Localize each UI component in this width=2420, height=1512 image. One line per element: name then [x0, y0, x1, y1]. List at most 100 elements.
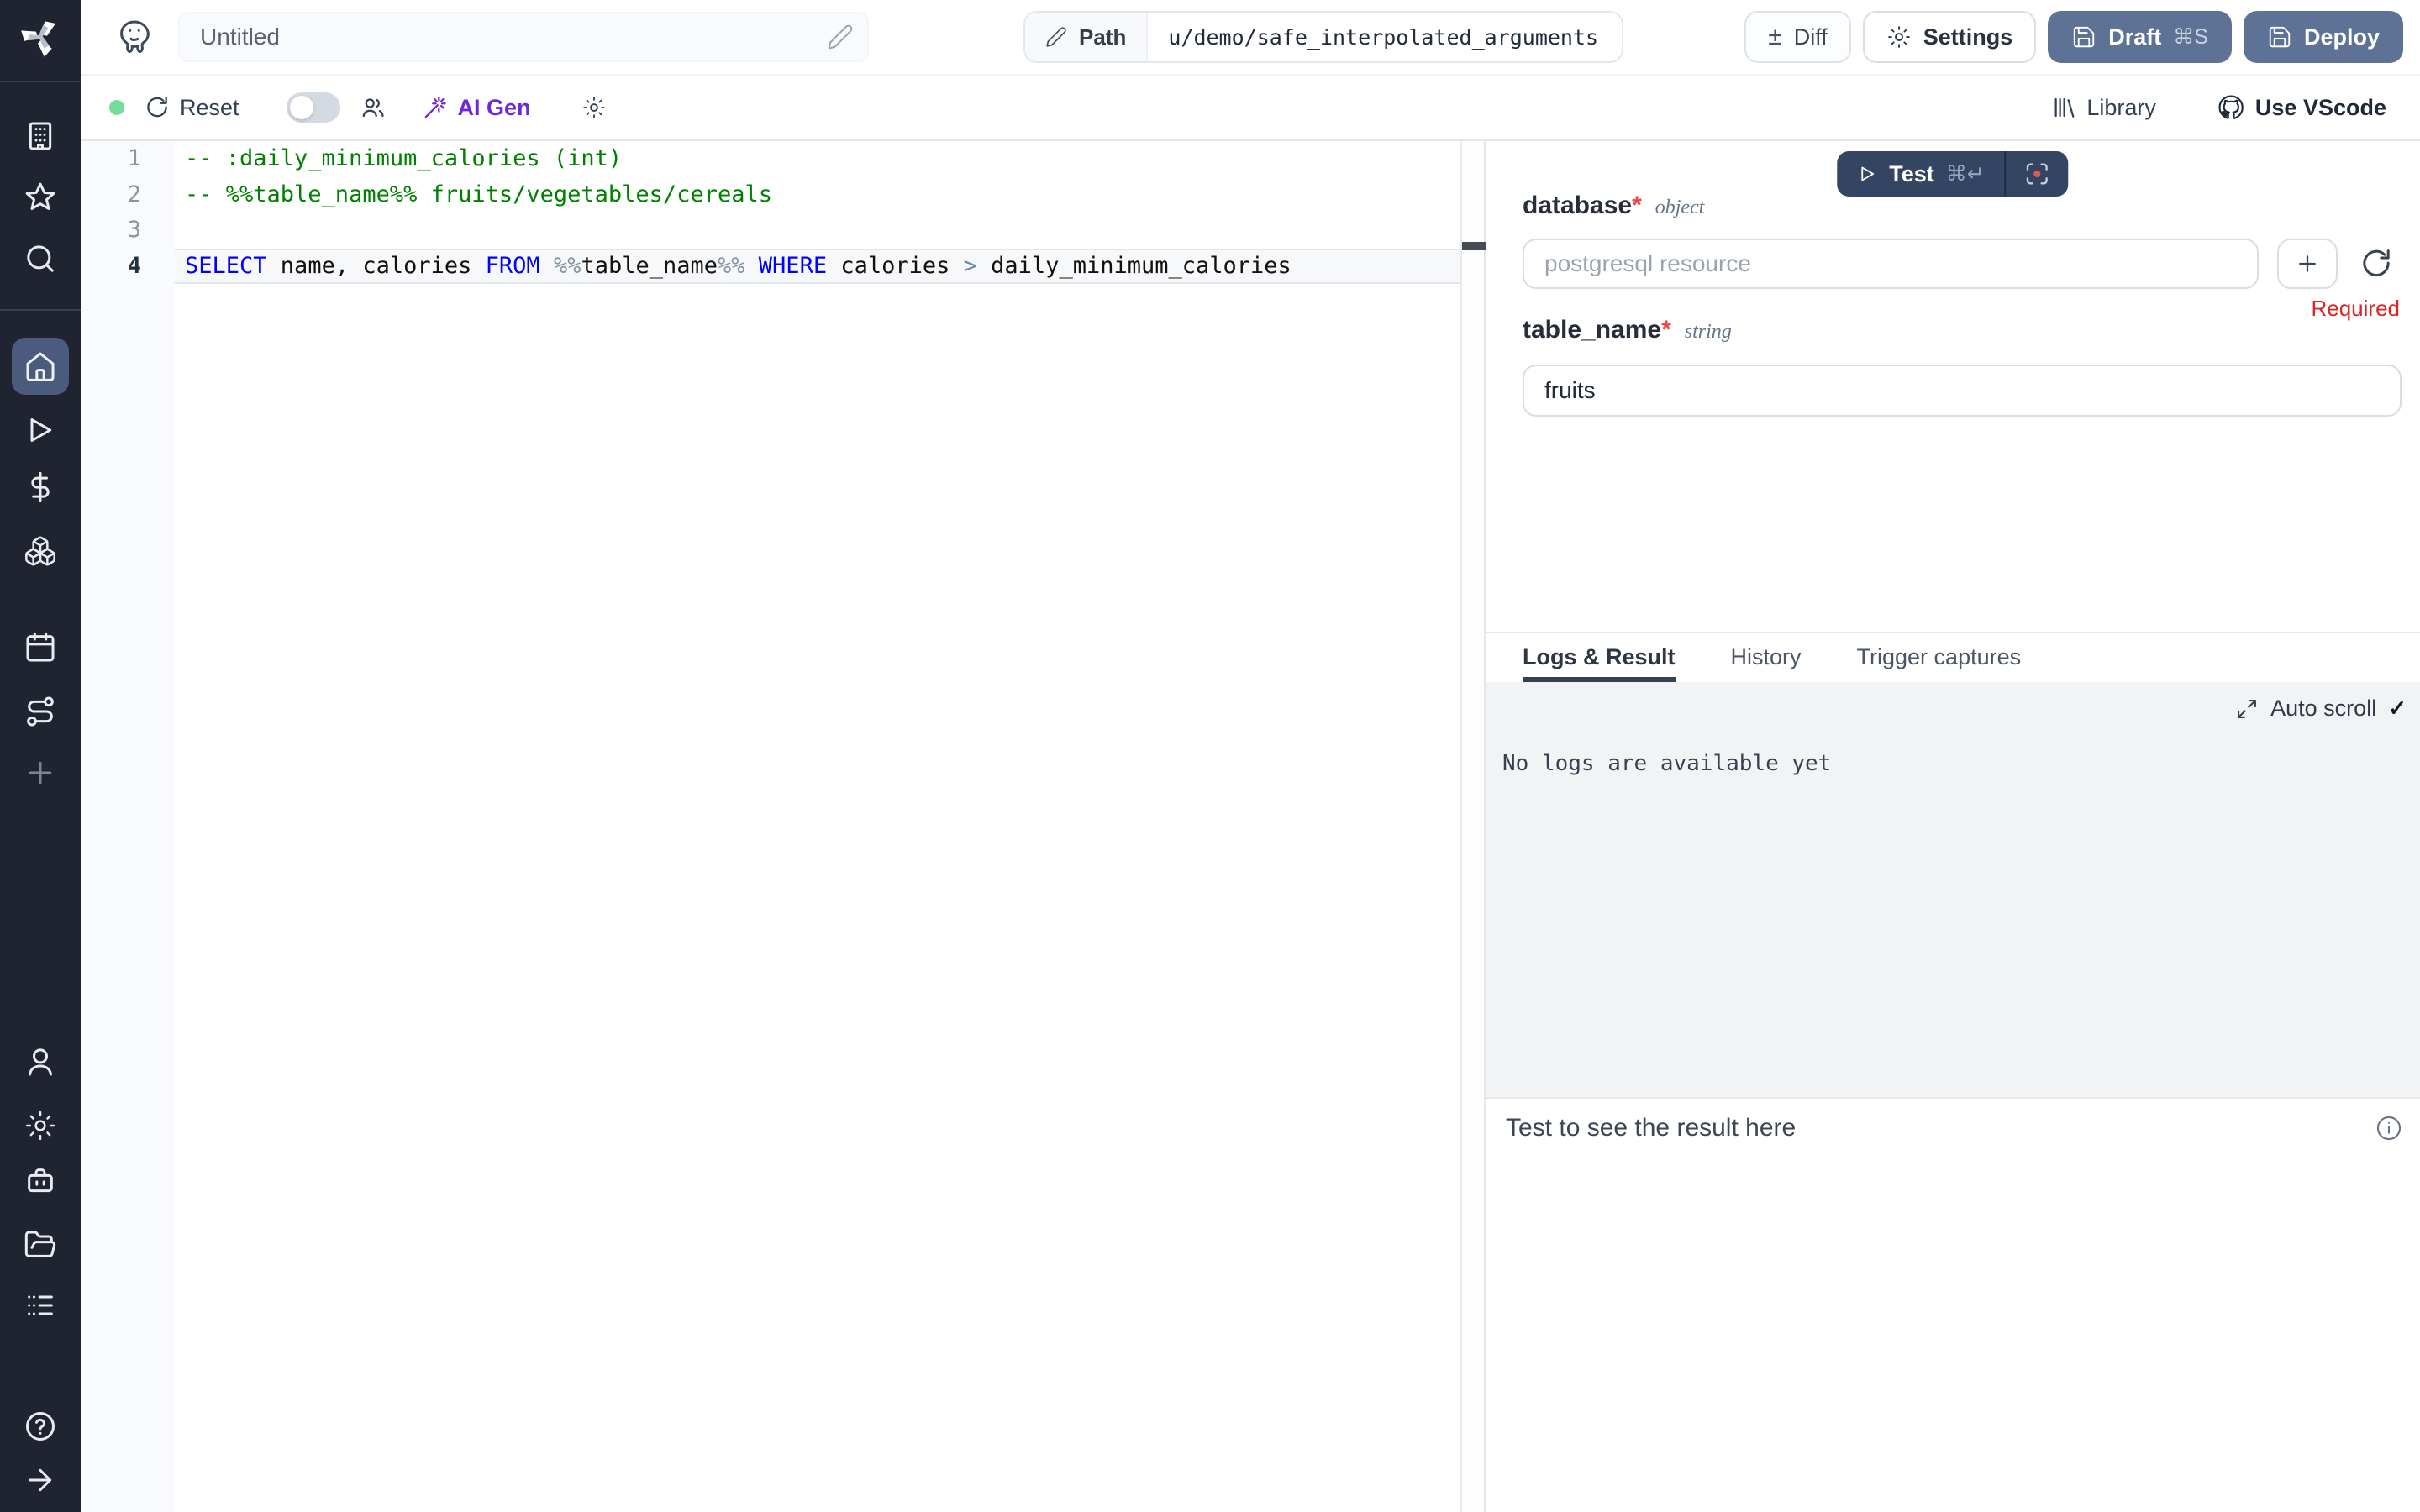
draft-shortcut: ⌘S: [2173, 24, 2208, 50]
code-line[interactable]: [185, 213, 1460, 249]
toggle-knob: [290, 96, 313, 119]
checkmark-icon: ✓: [2388, 696, 2407, 722]
editor-gutter: 1 2 3 4: [81, 141, 175, 1512]
capture-frame-icon: [2024, 160, 2051, 187]
app-window: Path u/demo/safe_interpolated_arguments …: [0, 0, 2420, 1512]
field-type: string: [1685, 321, 1732, 343]
path-edit-section[interactable]: Path: [1025, 13, 1148, 61]
sidebar-item-settings[interactable]: [24, 1109, 57, 1142]
save-icon: [2071, 24, 2096, 50]
sidebar-item-workers[interactable]: [24, 1164, 57, 1198]
favorites-star-icon[interactable]: [24, 181, 57, 214]
code-line[interactable]: -- :daily_minimum_calories (int): [185, 141, 1460, 177]
sidebar-item-folders[interactable]: [24, 1228, 57, 1262]
sidebar-item-triggers[interactable]: [24, 695, 57, 728]
field-type: object: [1655, 197, 1705, 218]
sidebar-item-schedules[interactable]: [24, 631, 57, 664]
expand-icon: [2235, 697, 2259, 721]
script-title-input[interactable]: [178, 12, 869, 62]
line-number: 3: [81, 213, 175, 249]
play-icon: [1857, 164, 1877, 184]
capture-button[interactable]: [2007, 151, 2069, 197]
settings-button[interactable]: Settings: [1863, 11, 2037, 63]
collaborators-icon[interactable]: [360, 95, 386, 120]
editor-toolbar: Reset AI Gen Library Use VScode: [81, 76, 2420, 141]
editor-scrollbar[interactable]: [1460, 141, 1484, 1512]
sidebar-add-icon[interactable]: [24, 756, 57, 790]
topbar-buttons: ± Diff Settings Draft ⌘S Deploy: [1744, 11, 2420, 63]
use-vscode-button[interactable]: Use VScode: [2217, 93, 2386, 122]
sidebar-divider: [0, 81, 81, 82]
diff-icon: ±: [1768, 24, 1781, 50]
deploy-button[interactable]: Deploy: [2244, 11, 2403, 63]
github-icon: [2217, 93, 2245, 122]
field-label-database: database*object: [1523, 192, 1704, 220]
save-icon: [2267, 24, 2292, 50]
test-split-button[interactable]: Test ⌘↵: [1837, 151, 2068, 197]
required-asterisk: *: [1661, 316, 1671, 344]
main-area: Path u/demo/safe_interpolated_arguments …: [81, 0, 2420, 1512]
sidebar-item-resources[interactable]: [24, 534, 57, 568]
edit-path-pencil-icon: [1045, 26, 1067, 48]
editor-settings-gear-icon[interactable]: [581, 95, 607, 120]
logs-panel: Auto scroll ✓ No logs are available yet: [1486, 682, 2420, 1097]
right-panel: Test ⌘↵ database*object: [1484, 141, 2420, 1512]
workarea: 1 2 3 4 -- :daily_minimum_calories (int)…: [81, 141, 2420, 1512]
sidebar-item-home[interactable]: [12, 338, 69, 395]
scrollbar-cursor-marker: [1462, 242, 1486, 250]
search-icon[interactable]: [24, 242, 57, 276]
sidebar-item-runs[interactable]: [24, 413, 57, 447]
status-dot: [109, 100, 124, 115]
code-line[interactable]: -- %%table_name%% fruits/vegetables/cere…: [185, 177, 1460, 213]
windmill-logo-icon[interactable]: [20, 17, 60, 57]
line-number-current: 4: [81, 249, 175, 285]
edit-title-pencil-icon[interactable]: [827, 24, 854, 50]
help-icon[interactable]: [24, 1410, 57, 1443]
test-args-form: Test ⌘↵ database*object: [1486, 141, 2420, 632]
script-title-field[interactable]: [178, 12, 869, 62]
add-resource-button[interactable]: [2277, 239, 2338, 289]
result-placeholder-text: Test to see the result here: [1506, 1114, 1796, 1142]
required-note: Required: [2311, 296, 2400, 322]
line-number: 1: [81, 141, 175, 177]
table-name-input[interactable]: [1523, 365, 2402, 417]
field-label-table-name: table_name*string: [1523, 316, 1732, 344]
code-line-current[interactable]: SELECT name, calories FROM %%table_name%…: [175, 249, 1460, 285]
auto-scroll-toggle[interactable]: Auto scroll ✓: [2235, 696, 2407, 722]
ai-gen-button[interactable]: AI Gen: [423, 95, 531, 121]
required-asterisk: *: [1632, 192, 1642, 219]
code-area[interactable]: -- :daily_minimum_calories (int) -- %%ta…: [175, 141, 1460, 1512]
draft-button[interactable]: Draft ⌘S: [2048, 11, 2232, 63]
expand-sidebar-arrow-icon[interactable]: [24, 1463, 57, 1497]
sidebar: [0, 0, 81, 1512]
plus-icon: [2295, 251, 2320, 276]
tab-trigger-captures[interactable]: Trigger captures: [1857, 633, 2022, 682]
refresh-icon: [145, 95, 170, 120]
library-icon: [2051, 95, 2076, 120]
reset-button[interactable]: Reset: [145, 95, 239, 121]
path-chip[interactable]: Path u/demo/safe_interpolated_arguments: [1023, 11, 1623, 63]
sidebar-item-user[interactable]: [24, 1045, 57, 1079]
database-input[interactable]: [1523, 239, 2259, 289]
info-icon[interactable]: [2375, 1114, 2403, 1142]
logs-empty-message: No logs are available yet: [1502, 751, 1831, 776]
library-button[interactable]: Library: [2051, 95, 2156, 121]
sidebar-divider: [0, 309, 81, 311]
gear-icon: [1886, 24, 1912, 50]
path-label: Path: [1079, 24, 1126, 50]
postgresql-icon: [114, 17, 155, 57]
sidebar-item-logs[interactable]: [24, 1289, 57, 1322]
collab-toggle[interactable]: [287, 92, 340, 123]
wand-sparkles-icon: [423, 95, 448, 120]
result-tabs: Logs & Result History Trigger captures: [1486, 632, 2420, 682]
diff-button[interactable]: ± Diff: [1744, 11, 1850, 63]
code-editor[interactable]: 1 2 3 4 -- :daily_minimum_calories (int)…: [81, 141, 1460, 1512]
sidebar-item-variables[interactable]: [24, 470, 57, 504]
path-value: u/demo/safe_interpolated_arguments: [1148, 13, 1622, 61]
tab-history[interactable]: History: [1731, 633, 1802, 682]
refresh-resource-icon[interactable]: [2360, 247, 2393, 281]
workspace-icon[interactable]: [24, 119, 57, 153]
tab-logs-result[interactable]: Logs & Result: [1523, 633, 1676, 682]
topbar: Path u/demo/safe_interpolated_arguments …: [81, 0, 2420, 76]
test-button[interactable]: Test ⌘↵: [1837, 151, 2004, 197]
